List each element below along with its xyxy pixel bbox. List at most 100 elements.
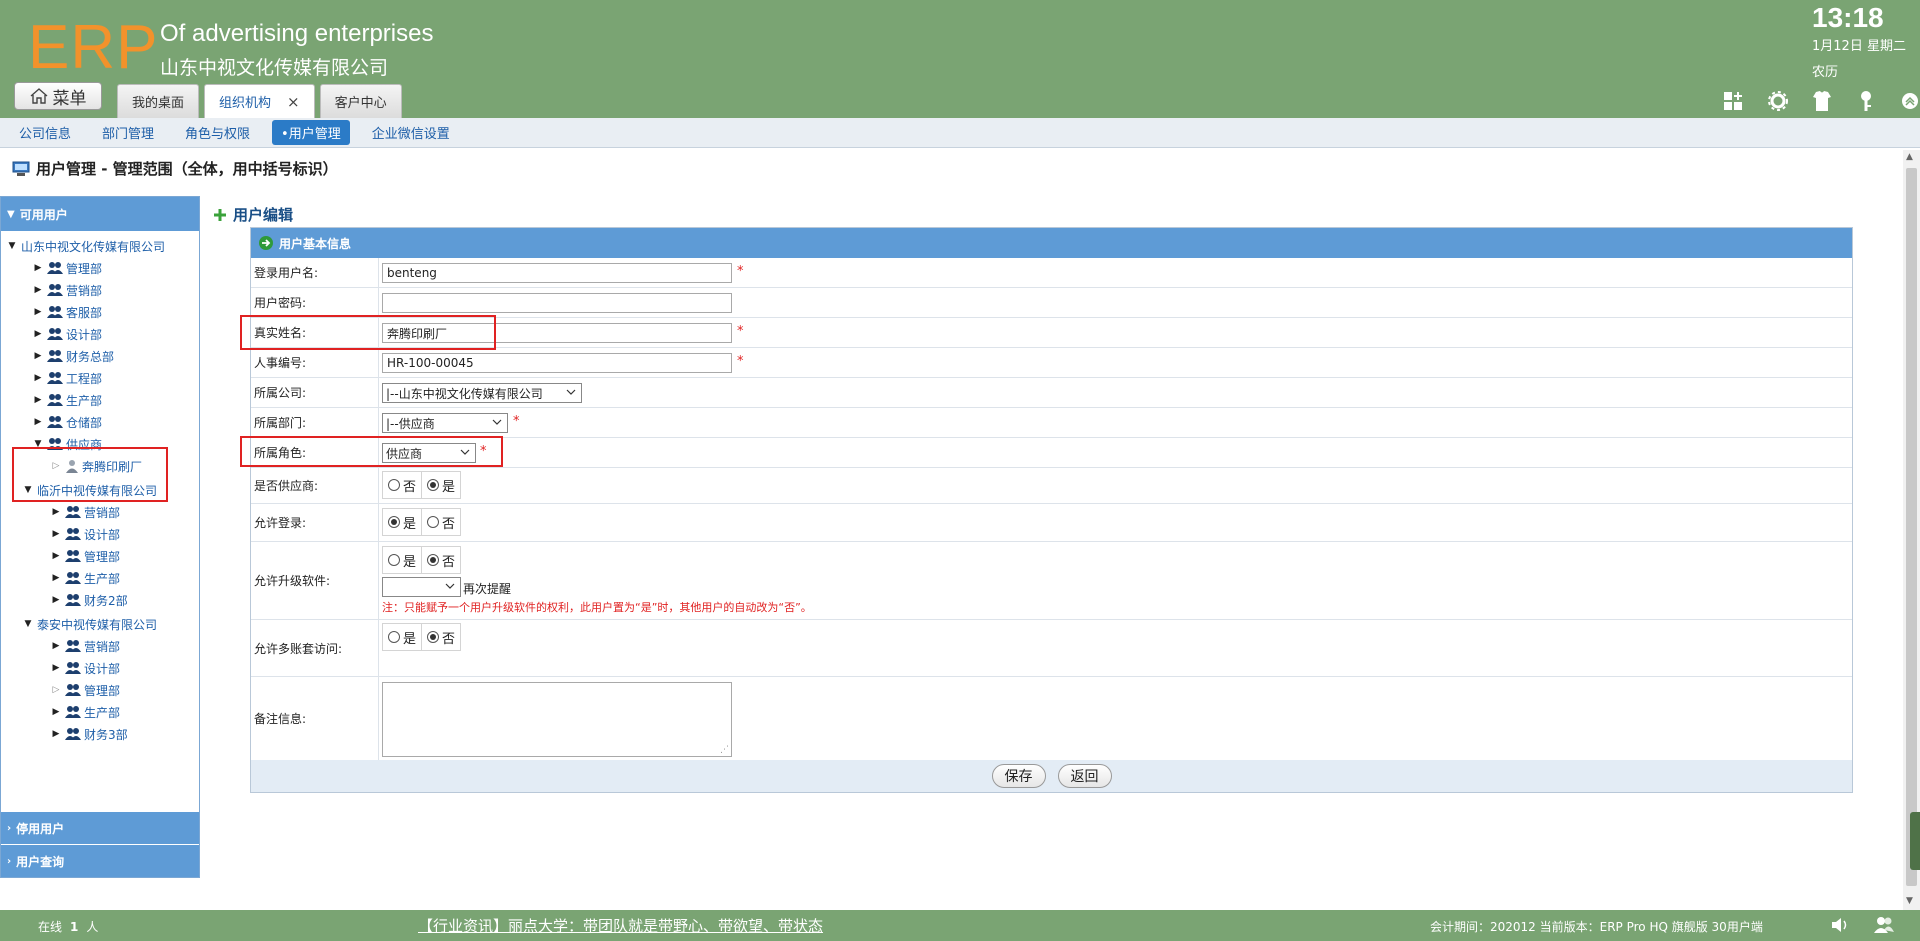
tree-node-dept[interactable]: ▶ 设计部 xyxy=(33,323,102,345)
caret-right-icon[interactable]: ▶ xyxy=(33,285,43,295)
tree-node-dept[interactable]: ▶ 财务总部 xyxy=(33,345,114,367)
tree-node-dept[interactable]: ▶ 财务2部 xyxy=(51,589,128,611)
row-allow-login: 允许登录: 是 否 xyxy=(251,504,1852,542)
tree-node-dept[interactable]: ▶ 生产部 xyxy=(51,567,120,589)
is-supplier-option-yes[interactable]: 是 xyxy=(422,471,462,499)
caret-right-icon[interactable]: ▶ xyxy=(33,263,43,273)
company-select[interactable]: |--山东中视文化传媒有限公司 xyxy=(382,383,582,403)
caret-right-icon[interactable]: ▶ xyxy=(33,351,43,361)
tree-node-dept[interactable]: ▶ 仓储部 xyxy=(33,411,102,433)
caret-right-icon[interactable]: ▶ xyxy=(33,373,43,383)
subnav-dept-management[interactable]: 部门管理 xyxy=(93,120,163,145)
caret-right-icon[interactable]: ▶ xyxy=(51,729,61,739)
is-supplier-option-no[interactable]: 否 xyxy=(382,471,423,499)
department-icon xyxy=(65,593,81,607)
allow-login-option-yes[interactable]: 是 xyxy=(382,508,423,536)
caret-down-icon[interactable]: ▼ xyxy=(23,619,33,629)
remark-textarea[interactable]: ⋰ xyxy=(382,682,732,757)
tab-organization[interactable]: 组织机构 × xyxy=(204,84,315,118)
tree-node-dept[interactable]: ▶ 营销部 xyxy=(33,279,102,301)
caret-right-icon[interactable]: ▶ xyxy=(51,529,61,539)
allow-upgrade-option-yes[interactable]: 是 xyxy=(382,546,423,574)
login-name-input[interactable] xyxy=(382,263,732,283)
scroll-down-icon[interactable]: ▼ xyxy=(1906,896,1913,906)
resize-grip-icon[interactable]: ⋰ xyxy=(720,745,729,755)
tree-node-dept[interactable]: ▶ 设计部 xyxy=(51,523,120,545)
subnav-wechat-settings[interactable]: 企业微信设置 xyxy=(363,120,459,145)
users-icon[interactable] xyxy=(1873,916,1895,934)
save-button[interactable]: 保存 xyxy=(991,764,1046,788)
tab-my-desktop[interactable]: 我的桌面 xyxy=(117,84,200,118)
caret-right-icon[interactable]: ▶ xyxy=(33,417,43,427)
subnav-company-info[interactable]: 公司信息 xyxy=(10,120,80,145)
department-icon xyxy=(65,683,81,697)
key-icon[interactable] xyxy=(1844,88,1888,114)
remind-select[interactable] xyxy=(382,577,461,597)
gear-icon[interactable] xyxy=(1756,88,1800,114)
row-multi-account: 允许多账套访问: 是 否 xyxy=(251,620,1852,677)
multi-account-option-no[interactable]: 否 xyxy=(422,623,462,651)
tree-node-dept[interactable]: ▶ 生产部 xyxy=(51,701,120,723)
caret-right-icon[interactable]: ▶ xyxy=(51,551,61,561)
sidebar-section-disabled-users[interactable]: › 停用用户 xyxy=(1,811,199,844)
news-ticker-link[interactable]: 【行业资讯】丽点大学：带团队就是带野心、带欲望、带状态 xyxy=(418,915,823,936)
row-hr-number: 人事编号: * xyxy=(251,348,1852,378)
scroll-thumb[interactable] xyxy=(1906,168,1917,886)
row-allow-upgrade: 允许升级软件: 是 否 再次提醒 注：只能赋予一个用户升级软件的权利，此用户置为… xyxy=(251,542,1852,620)
main-menu-button[interactable]: 菜单 xyxy=(14,82,102,110)
tree-node-dept[interactable]: ▶ 营销部 xyxy=(51,501,120,523)
speaker-icon[interactable] xyxy=(1830,916,1850,934)
required-mark: * xyxy=(737,354,744,369)
hr-number-input[interactable] xyxy=(382,353,732,373)
tree-node-dept[interactable]: ▶ 客服部 xyxy=(33,301,102,323)
tree-node-dept[interactable]: ▶ 财务3部 xyxy=(51,723,128,745)
tree-node-company[interactable]: ▼ 泰安中视传媒有限公司 xyxy=(23,613,157,635)
subnav-roles-permissions[interactable]: 角色与权限 xyxy=(176,120,259,145)
scroll-up-icon[interactable]: ▲ xyxy=(1906,152,1913,162)
collapse-up-icon[interactable] xyxy=(1888,88,1920,114)
caret-right-icon[interactable]: ▶ xyxy=(51,663,61,673)
password-input[interactable] xyxy=(382,293,732,313)
tree-node-company[interactable]: ▼ 山东中视文化传媒有限公司 xyxy=(7,235,165,257)
sidebar-section-user-search[interactable]: › 用户查询 xyxy=(1,844,199,877)
caret-right-icon[interactable]: ▶ xyxy=(33,395,43,405)
caret-right-icon[interactable]: ▶ xyxy=(51,595,61,605)
multi-account-radio-group: 是 否 xyxy=(382,623,462,651)
form-header: 用户基本信息 xyxy=(251,228,1852,258)
tab-close-icon[interactable]: × xyxy=(287,93,300,111)
tree-node-dept[interactable]: ▶ 管理部 xyxy=(51,545,120,567)
allow-login-option-no[interactable]: 否 xyxy=(422,508,462,536)
multi-account-option-yes[interactable]: 是 xyxy=(382,623,423,651)
side-dock-handle[interactable] xyxy=(1910,812,1920,870)
page-scrollbar[interactable]: ▲ ▼ xyxy=(1903,150,1920,910)
department-select[interactable]: |--供应商 xyxy=(382,413,508,433)
caret-right-icon[interactable]: ▷ xyxy=(51,685,61,695)
tab-customer-center[interactable]: 客户中心 xyxy=(319,84,402,118)
online-users[interactable]: 在线 1 人 xyxy=(38,918,98,935)
allow-upgrade-option-no[interactable]: 否 xyxy=(422,546,462,574)
caret-right-icon[interactable]: ▶ xyxy=(33,329,43,339)
caret-down-icon[interactable]: ▼ xyxy=(7,241,17,251)
chevron-down-icon: ▼ xyxy=(7,208,15,220)
grid-add-icon[interactable] xyxy=(1712,88,1756,114)
sidebar-section-active-users[interactable]: ▼ 可用用户 xyxy=(1,197,199,231)
tree-node-dept[interactable]: ▶ 营销部 xyxy=(51,635,120,657)
user-sidebar: ▼ 可用用户 ▼ 山东中视文化传媒有限公司 ▶ 管理部 ▶ 营销部 ▶ 客服部 ▶ 设计部 ▶ 财务总… xyxy=(0,196,200,878)
caret-right-icon[interactable]: ▶ xyxy=(33,307,43,317)
shirt-icon[interactable] xyxy=(1800,88,1844,114)
back-button[interactable]: 返回 xyxy=(1057,764,1112,788)
caret-right-icon[interactable]: ▶ xyxy=(51,707,61,717)
tree-node-dept[interactable]: ▶ 工程部 xyxy=(33,367,102,389)
caret-right-icon[interactable]: ▶ xyxy=(51,641,61,651)
tree-node-label: 财务3部 xyxy=(84,727,128,742)
lunar-calendar[interactable]: 农历 xyxy=(1812,61,1838,80)
tree-node-dept[interactable]: ▶ 设计部 xyxy=(51,657,120,679)
tree-node-dept[interactable]: ▶ 管理部 xyxy=(33,257,102,279)
tree-node-dept[interactable]: ▷ 管理部 xyxy=(51,679,120,701)
caret-right-icon[interactable]: ▶ xyxy=(51,573,61,583)
subnav-user-management[interactable]: •用户管理 xyxy=(272,120,350,145)
tree-node-label: 管理部 xyxy=(84,683,121,698)
main-menu-label: 菜单 xyxy=(52,88,87,109)
tree-node-dept[interactable]: ▶ 生产部 xyxy=(33,389,102,411)
caret-right-icon[interactable]: ▶ xyxy=(51,507,61,517)
